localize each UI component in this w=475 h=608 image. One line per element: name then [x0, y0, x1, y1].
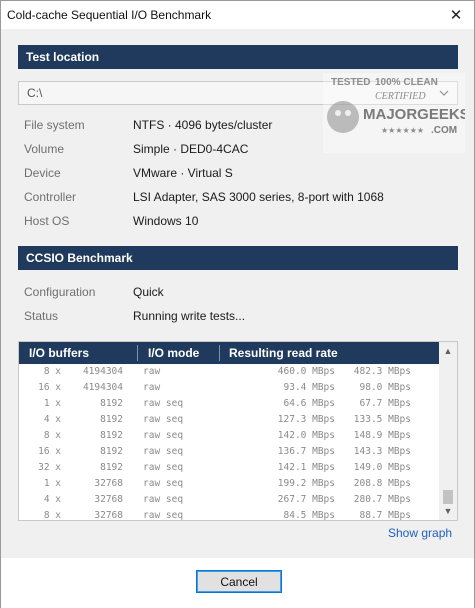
test-location-header: Test location — [18, 45, 458, 69]
table-row[interactable]: 16 x 4194304 raw 93.4 MBps 98.0 MBps — [19, 380, 440, 396]
show-graph-link[interactable]: Show graph — [388, 526, 452, 540]
device-label: Device — [24, 166, 61, 180]
table-row[interactable]: 8 x 8192 raw seq 142.0 MBps 148.9 MBps — [19, 428, 440, 444]
dialog-footer: Cancel — [1, 558, 474, 608]
window-title: Cold-cache Sequential I/O Benchmark — [7, 8, 212, 22]
host-os-row: Host OS Windows 10 — [24, 211, 454, 231]
table-row[interactable]: 1 x 32768 raw seq 199.2 MBps 208.8 MBps — [19, 476, 440, 492]
controller-label: Controller — [24, 190, 77, 204]
results-list-header: I/O buffers I/O mode Resulting read rate — [19, 342, 440, 364]
table-row[interactable]: 32 x 8192 raw seq 142.1 MBps 149.0 MBps — [19, 460, 440, 476]
ccsio-benchmark-header: CCSIO Benchmark — [18, 246, 458, 270]
host-os-value: Windows 10 — [133, 214, 199, 228]
table-row[interactable]: 4 x 32768 raw seq 267.7 MBps 280.7 MBps — [19, 492, 440, 508]
table-row[interactable]: 4 x 8192 raw seq 127.3 MBps 133.5 MBps — [19, 412, 440, 428]
mascot-icon — [327, 101, 359, 133]
status-value: Running write tests... — [133, 309, 246, 323]
results-rows: 8 x 4194304 raw 460.0 MBps 482.3 MBps 16 x 41… — [19, 364, 440, 520]
volume-label: Volume — [24, 142, 65, 156]
column-io-buffers[interactable]: I/O buffers — [29, 342, 89, 364]
title-bar: Cold-cache Sequential I/O Benchmark ✕ — [1, 1, 474, 29]
cancel-button[interactable]: Cancel — [196, 570, 282, 593]
close-icon[interactable]: ✕ — [440, 2, 472, 28]
scroll-up-icon[interactable]: ▲ — [439, 342, 457, 360]
majorgeeks-watermark: TESTED 100% CLEAN CERTIFIED MAJORGEEKS ★… — [323, 73, 465, 153]
dialog-content: Test location C:\ File system NTFS · 409… — [1, 29, 474, 558]
table-row[interactable]: 8 x 4194304 raw 460.0 MBps 482.3 MBps — [19, 364, 440, 380]
svg-text:CERTIFIED: CERTIFIED — [375, 91, 426, 102]
scroll-down-icon[interactable]: ▼ — [439, 502, 457, 520]
status-label: Status — [24, 309, 59, 323]
drive-select-value: C:\ — [27, 86, 43, 100]
svg-text:TESTED: TESTED — [331, 77, 370, 88]
configuration-label: Configuration — [24, 285, 96, 299]
column-io-mode[interactable]: I/O mode — [148, 342, 199, 364]
controller-value: LSI Adapter, SAS 3000 series, 8-port wit… — [133, 190, 384, 204]
file-system-label: File system — [24, 118, 85, 132]
device-value: VMware · Virtual S — [133, 166, 233, 180]
device-row: Device VMware · Virtual S — [24, 163, 454, 183]
benchmark-window: Cold-cache Sequential I/O Benchmark ✕ Te… — [0, 0, 475, 608]
results-scrollbar[interactable]: ▲ ▼ — [439, 342, 457, 520]
status-row: Status Running write tests... — [24, 306, 454, 326]
results-list[interactable]: I/O buffers I/O mode Resulting read rate… — [18, 341, 458, 521]
svg-text:MAJORGEEKS: MAJORGEEKS — [363, 106, 465, 123]
column-read-rate[interactable]: Resulting read rate — [229, 342, 338, 364]
controller-row: Controller LSI Adapter, SAS 3000 series,… — [24, 187, 454, 207]
table-row[interactable]: 8 x 32768 raw seq 84.5 MBps 88.7 MBps — [19, 508, 440, 520]
table-row[interactable]: 1 x 8192 raw seq 64.6 MBps 67.7 MBps — [19, 396, 440, 412]
host-os-label: Host OS — [24, 214, 70, 228]
configuration-row: Configuration Quick — [24, 282, 454, 302]
volume-value: Simple · DED0-4CAC — [133, 142, 249, 156]
svg-text:.COM: .COM — [431, 125, 457, 136]
svg-text:★★★★★★: ★★★★★★ — [381, 126, 424, 135]
svg-text:100% CLEAN: 100% CLEAN — [375, 77, 438, 88]
configuration-value: Quick — [133, 285, 164, 299]
table-row[interactable]: 16 x 8192 raw seq 136.7 MBps 143.3 MBps — [19, 444, 440, 460]
file-system-value: NTFS · 4096 bytes/cluster — [133, 118, 273, 132]
